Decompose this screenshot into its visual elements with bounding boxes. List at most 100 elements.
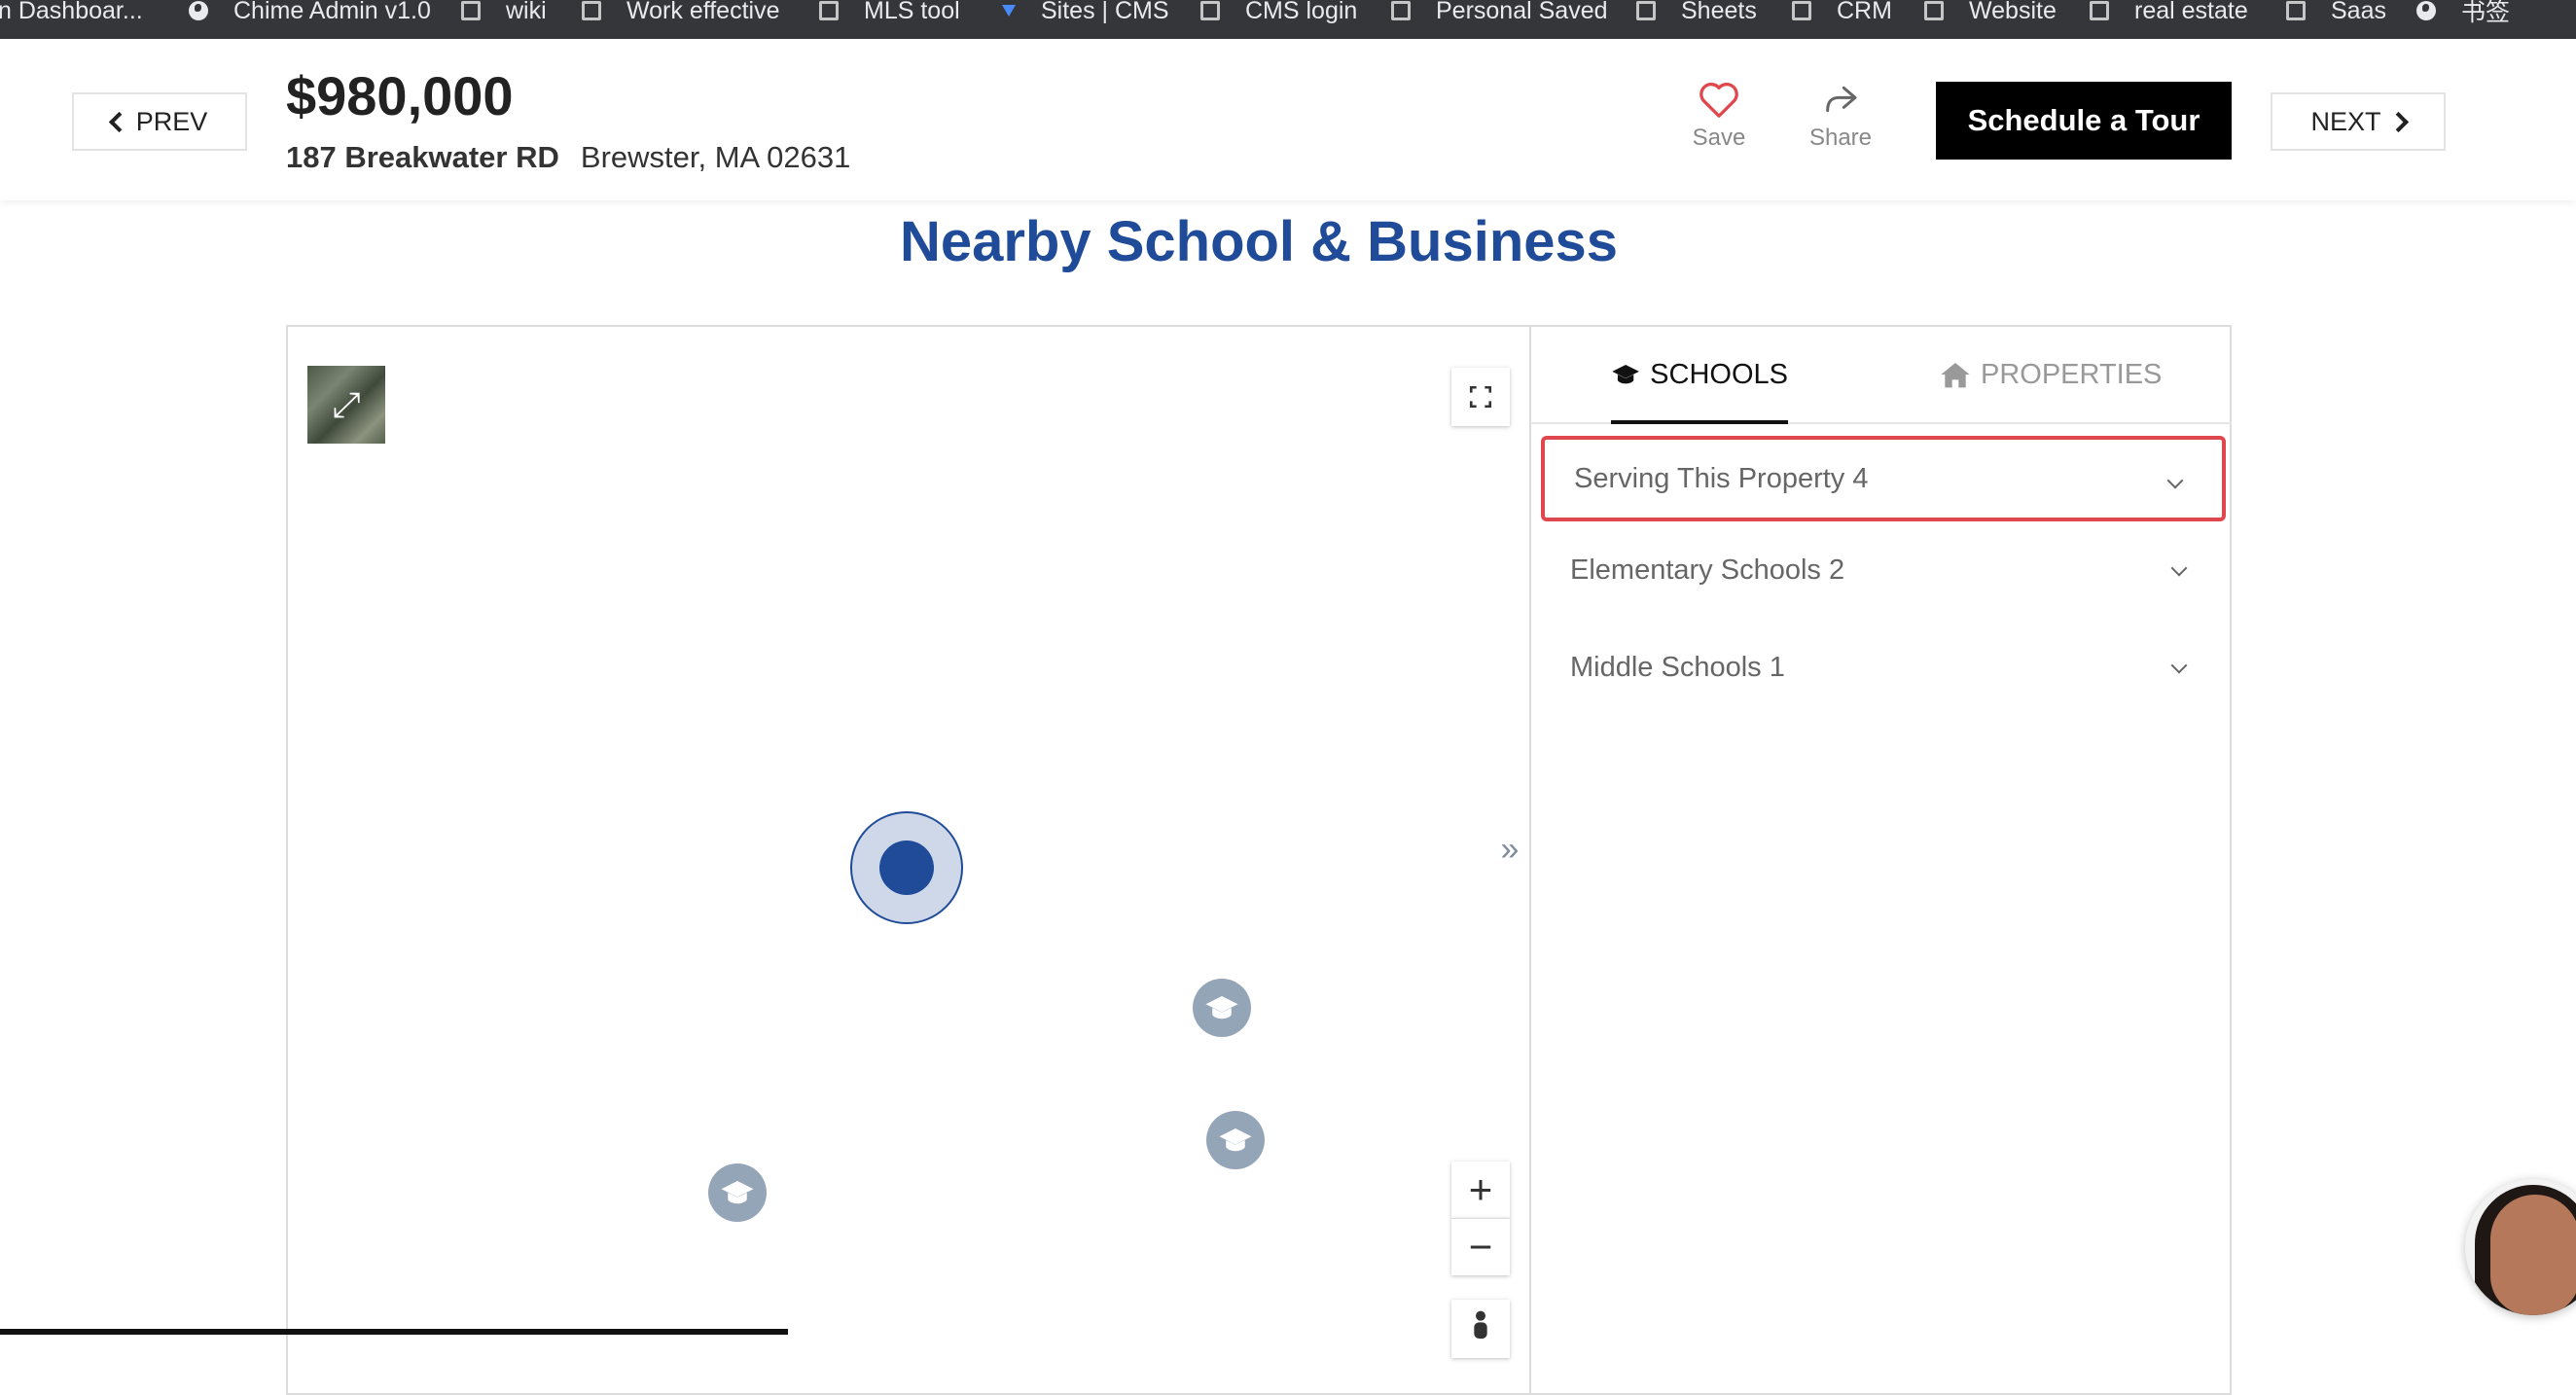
school-group-middle[interactable]: Middle Schools 1 xyxy=(1541,625,2226,710)
school-marker[interactable] xyxy=(1193,979,1251,1037)
pin-icon xyxy=(1002,5,1016,17)
school-marker[interactable] xyxy=(708,1163,767,1222)
save-button[interactable]: Save xyxy=(1670,80,1768,152)
bookmark-personal-saved[interactable]: Personal Saved xyxy=(1391,0,1608,27)
group-label: Middle Schools 1 xyxy=(1570,651,1785,683)
zoom-in-button[interactable]: + xyxy=(1451,1162,1510,1218)
share-button[interactable]: Share xyxy=(1792,80,1889,152)
home-icon xyxy=(1941,363,1970,388)
bookmark-label: n Dashboar... xyxy=(0,0,143,24)
zoom-out-button[interactable]: − xyxy=(1451,1218,1510,1275)
map-canvas[interactable]: ⤢ » + − xyxy=(288,327,1529,1393)
bookmark-sheets[interactable]: Sheets xyxy=(1636,0,1757,27)
share-icon xyxy=(1826,86,1857,113)
bookmark-label: Sheets xyxy=(1681,0,1757,24)
folder-icon xyxy=(2090,1,2109,20)
school-marker[interactable] xyxy=(1206,1111,1265,1169)
save-label: Save xyxy=(1692,125,1746,151)
folder-icon xyxy=(582,1,601,20)
fullscreen-button[interactable] xyxy=(1451,368,1510,426)
bookmarks-bar: n Dashboar... Chime Admin v1.0 wiki Work… xyxy=(0,0,2576,39)
bookmark-label: wiki xyxy=(506,0,547,24)
property-marker[interactable] xyxy=(850,811,963,924)
bookmark-label: Work effective xyxy=(626,0,780,24)
bookmark-website[interactable]: Website xyxy=(1924,0,2057,27)
prev-button[interactable]: PREV xyxy=(72,92,247,151)
section-title: Nearby School & Business xyxy=(899,210,1619,273)
bookmark-saas[interactable]: Saas xyxy=(2286,0,2386,27)
graduation-cap-icon xyxy=(1219,1128,1252,1152)
schedule-tour-button[interactable]: Schedule a Tour xyxy=(1936,82,2232,160)
folder-icon xyxy=(2286,1,2306,20)
bookmark-wiki[interactable]: wiki xyxy=(461,0,547,27)
bookmark-label: MLS tool xyxy=(864,0,960,24)
property-marker-dot xyxy=(879,841,934,895)
bookmark-dashboard[interactable]: n Dashboar... xyxy=(0,0,143,27)
bookmark-work-effective[interactable]: Work effective xyxy=(582,0,779,27)
tab-label: SCHOOLS xyxy=(1650,358,1788,390)
collapse-panel-button[interactable]: » xyxy=(1490,805,1529,893)
bookmark-label: 书签 xyxy=(2461,0,2511,26)
folder-icon xyxy=(1391,1,1411,20)
bookmark-sites-cms[interactable]: Sites | CMS xyxy=(1002,0,1169,27)
panel-tabs: SCHOOLS PROPERTIES xyxy=(1531,327,2232,424)
folder-icon xyxy=(819,1,839,20)
avatar-face xyxy=(2490,1195,2576,1315)
bookmark-label: CMS login xyxy=(1245,0,1358,24)
school-group-serving-property[interactable]: Serving This Property 4 xyxy=(1541,436,2226,521)
graduation-cap-icon xyxy=(1205,996,1238,1019)
bookmark-label: CRM xyxy=(1837,0,1892,24)
heart-icon xyxy=(1699,83,1738,118)
listing-header: PREV $980,000 187 Breakwater RD Brewster,… xyxy=(0,39,2576,200)
map-section: ⤢ » + − SCHOOLS PROPERTIES Serving This … xyxy=(286,325,2232,1395)
listing-price: $980,000 xyxy=(286,65,514,126)
schools-panel: SCHOOLS PROPERTIES Serving This Property… xyxy=(1529,327,2232,1393)
graduation-cap-icon xyxy=(1612,364,1639,384)
bookmark-label: Sites | CMS xyxy=(1041,0,1169,24)
bookmark-cms-login[interactable]: CMS login xyxy=(1200,0,1357,27)
share-label: Share xyxy=(1808,125,1873,151)
street-address: 187 Breakwater RD xyxy=(286,140,559,174)
pegman-icon xyxy=(1474,1310,1487,1339)
next-label: NEXT xyxy=(2310,106,2381,136)
bookmark-label: real estate xyxy=(2134,0,2248,24)
expand-icon: ⤢ xyxy=(332,383,361,424)
bookmark-chime-admin[interactable]: Chime Admin v1.0 xyxy=(189,0,431,27)
bookmark-mls-tool[interactable]: MLS tool xyxy=(819,0,960,27)
chevron-down-icon xyxy=(2170,559,2188,577)
chevron-down-icon xyxy=(2170,657,2188,674)
bookmark-real-estate[interactable]: real estate xyxy=(2090,0,2248,27)
fullscreen-icon xyxy=(1469,385,1492,409)
chevron-left-icon xyxy=(108,111,129,132)
graduation-cap-icon xyxy=(721,1181,754,1204)
bookmark-label: Saas xyxy=(2331,0,2386,24)
agent-chat-avatar[interactable] xyxy=(2465,1179,2576,1315)
globe-icon xyxy=(189,1,208,20)
bookmark-label: Website xyxy=(1969,0,2057,24)
globe-icon xyxy=(2416,1,2436,20)
tab-properties[interactable]: PROPERTIES xyxy=(1940,327,2162,422)
satellite-toggle[interactable]: ⤢ xyxy=(307,366,385,444)
street-view-button[interactable] xyxy=(1451,1300,1510,1358)
school-group-elementary[interactable]: Elementary Schools 2 xyxy=(1541,527,2226,613)
folder-icon xyxy=(1636,1,1656,20)
listing-address: 187 Breakwater RD Brewster, MA 02631 xyxy=(286,140,850,175)
bookmark-bookmarks-folder[interactable]: 书签 xyxy=(2416,0,2510,27)
next-button[interactable]: NEXT xyxy=(2271,92,2446,151)
group-label: Elementary Schools 2 xyxy=(1570,554,1845,586)
scroll-indicator xyxy=(0,1329,788,1335)
city-state-zip: Brewster, MA 02631 xyxy=(580,140,851,174)
chevron-down-icon xyxy=(2166,472,2184,489)
prev-label: PREV xyxy=(135,106,208,136)
group-label: Serving This Property 4 xyxy=(1574,462,1869,494)
bookmark-label: Personal Saved xyxy=(1436,0,1608,24)
folder-icon xyxy=(1200,1,1220,20)
chevron-right-icon xyxy=(2387,111,2409,132)
tab-label: PROPERTIES xyxy=(1981,358,2163,390)
tab-schools[interactable]: SCHOOLS xyxy=(1611,327,1788,424)
folder-icon xyxy=(1924,1,1944,20)
folder-icon xyxy=(461,1,481,20)
folder-icon xyxy=(1792,1,1811,20)
bookmark-crm[interactable]: CRM xyxy=(1792,0,1892,27)
bookmark-label: Chime Admin v1.0 xyxy=(233,0,431,24)
